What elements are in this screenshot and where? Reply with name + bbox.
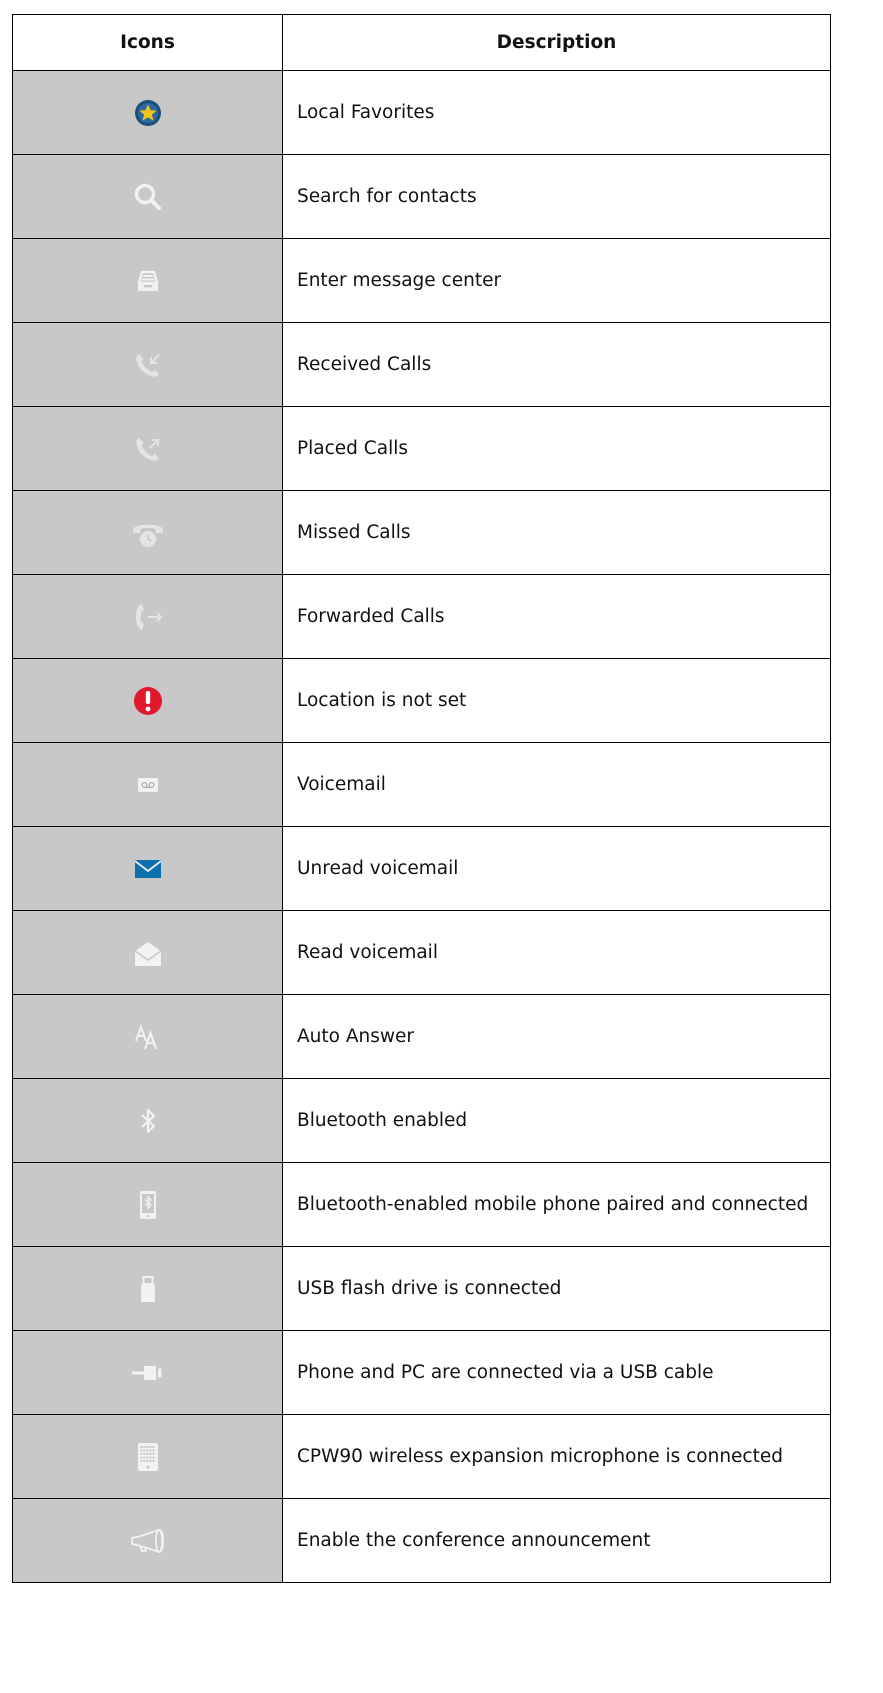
table-row: Forwarded Calls — [13, 574, 830, 658]
row-description: CPW90 wireless expansion microphone is c… — [297, 1445, 783, 1467]
icon-cell — [13, 1247, 283, 1330]
row-description: Phone and PC are connected via a USB cab… — [297, 1361, 714, 1383]
unread-envelope-icon — [133, 859, 162, 878]
icon-cell — [13, 743, 283, 826]
row-description: Auto Answer — [297, 1025, 414, 1047]
table-row: Enable the conference announcement — [13, 1498, 830, 1582]
icon-cell — [13, 239, 283, 322]
icon-cell — [13, 575, 283, 658]
row-description: Local Favorites — [297, 101, 435, 123]
row-description: Missed Calls — [297, 521, 411, 543]
table-row: Phone and PC are connected via a USB cab… — [13, 1330, 830, 1414]
table-row: Search for contacts — [13, 154, 830, 238]
row-description: Location is not set — [297, 689, 467, 711]
row-description: Received Calls — [297, 353, 432, 375]
icon-cell — [13, 323, 283, 406]
table-row: USB flash drive is connected — [13, 1246, 830, 1330]
row-description: Forwarded Calls — [297, 605, 445, 627]
table-row: CPW90 wireless expansion microphone is c… — [13, 1414, 830, 1498]
table-row: Location is not set — [13, 658, 830, 742]
icons-table: Icons Description Local Favorites Search… — [12, 14, 831, 1583]
row-description: Voicemail — [297, 773, 386, 795]
table-header-row: Icons Description — [13, 15, 830, 70]
header-description: Description — [283, 15, 830, 70]
auto-answer-icon — [134, 1023, 157, 1049]
star-favorite-icon — [134, 99, 161, 126]
read-envelope-icon — [134, 941, 161, 966]
row-description: Read voicemail — [297, 941, 438, 963]
icon-cell — [13, 1415, 283, 1498]
row-description: Bluetooth enabled — [297, 1109, 468, 1131]
forwarded-call-icon — [135, 603, 162, 630]
row-description: Enter message center — [297, 269, 502, 291]
wireless-microphone-icon — [137, 1442, 158, 1471]
icon-cell — [13, 491, 283, 574]
received-call-icon — [135, 353, 160, 377]
icon-cell — [13, 71, 283, 154]
table-row: Placed Calls — [13, 406, 830, 490]
bluetooth-mobile-icon — [139, 1190, 156, 1219]
icon-cell — [13, 1331, 283, 1414]
table-row: Bluetooth enabled — [13, 1078, 830, 1162]
table-row: Read voicemail — [13, 910, 830, 994]
table-row: Voicemail — [13, 742, 830, 826]
usb-flash-drive-icon — [140, 1275, 155, 1302]
table-row: Enter message center — [13, 238, 830, 322]
placed-call-icon — [135, 437, 159, 461]
voicemail-icon — [137, 777, 158, 792]
megaphone-icon — [130, 1528, 164, 1553]
icon-cell — [13, 827, 283, 910]
alert-exclamation-icon — [133, 686, 162, 715]
icon-cell — [13, 407, 283, 490]
icon-cell — [13, 1163, 283, 1246]
missed-call-icon — [132, 524, 163, 547]
row-description: Bluetooth-enabled mobile phone paired an… — [297, 1193, 809, 1215]
table-row: Auto Answer — [13, 994, 830, 1078]
inbox-tray-icon — [137, 270, 158, 291]
header-icons: Icons — [13, 15, 283, 70]
row-description: Unread voicemail — [297, 857, 459, 879]
table-row: Unread voicemail — [13, 826, 830, 910]
icon-cell — [13, 911, 283, 994]
row-description: Placed Calls — [297, 437, 408, 459]
icon-cell — [13, 155, 283, 238]
table-row: Local Favorites — [13, 70, 830, 154]
bluetooth-icon — [140, 1108, 155, 1133]
row-description: Enable the conference announcement — [297, 1529, 651, 1551]
icon-cell — [13, 1499, 283, 1582]
row-description: USB flash drive is connected — [297, 1277, 562, 1299]
row-description: Search for contacts — [297, 185, 477, 207]
table-row: Bluetooth-enabled mobile phone paired an… — [13, 1162, 830, 1246]
icon-cell — [13, 995, 283, 1078]
icon-cell — [13, 659, 283, 742]
icon-cell — [13, 1079, 283, 1162]
table-row: Missed Calls — [13, 490, 830, 574]
table-row: Received Calls — [13, 322, 830, 406]
usb-cable-icon — [131, 1365, 161, 1380]
search-icon — [134, 183, 161, 210]
